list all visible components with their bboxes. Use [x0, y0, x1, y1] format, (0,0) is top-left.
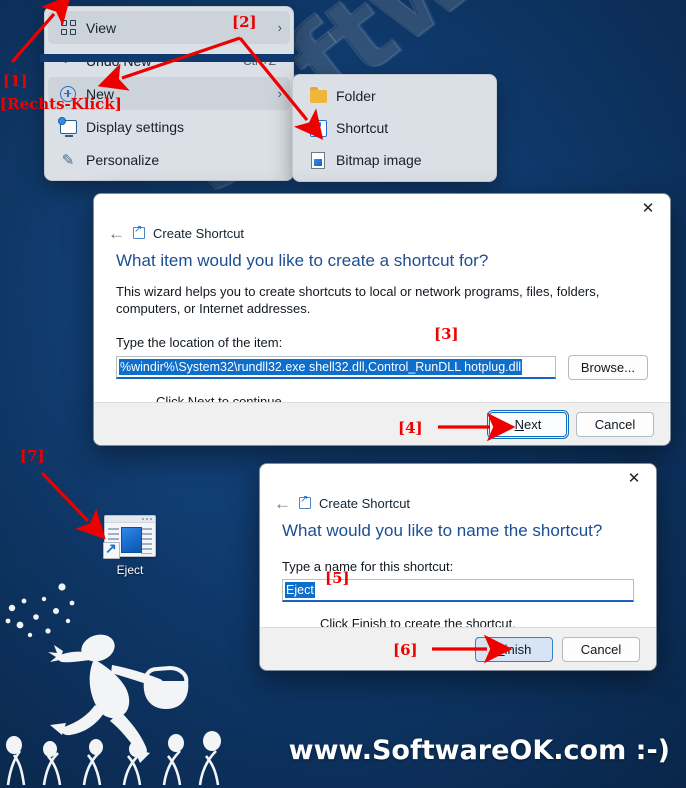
shortcut-mini-icon: [133, 224, 145, 239]
desktop-icon-label: Eject: [116, 563, 144, 577]
context-menu-item-display-settings[interactable]: Display settings: [48, 110, 290, 143]
back-arrow-icon[interactable]: ←: [274, 495, 291, 512]
context-menu-item-personalize-label: Personalize: [86, 151, 160, 168]
finish-button-accel: F: [496, 641, 505, 657]
page-title: What item would you like to create a sho…: [116, 251, 489, 270]
next-button[interactable]: Next: [487, 409, 569, 439]
bitmap-image-icon: [304, 151, 332, 169]
desktop-icon-glyph: [103, 515, 156, 559]
annotation-5: [5]: [325, 569, 350, 587]
context-menu-item-personalize[interactable]: ✎ Personalize: [48, 143, 290, 176]
submenu-item-bitmap-image[interactable]: Bitmap image: [296, 144, 493, 176]
submenu-item-folder-label: Folder: [336, 88, 376, 104]
finish-button-label: inish: [504, 641, 532, 657]
annotation-1-rechtsklick: [Rechts-Klick]: [0, 95, 122, 113]
finish-button[interactable]: Finish: [475, 636, 553, 662]
brush-icon: ✎: [61, 151, 75, 169]
browse-button[interactable]: Browse...: [567, 355, 648, 380]
annotation-3: [3]: [434, 325, 459, 343]
location-input-row: %windir%\System32\rundll32.exe shell32.d…: [116, 350, 648, 380]
page-title: What would you like to name the shortcut…: [282, 521, 603, 540]
folder-icon: [304, 86, 332, 103]
submenu-item-bitmap-image-label: Bitmap image: [336, 152, 422, 168]
shortcut-mini-icon: [299, 494, 311, 509]
annotation-6: [6]: [393, 641, 418, 659]
name-input-value: Eject: [285, 582, 315, 598]
dialog-footer: Finish Cancel: [260, 627, 656, 670]
grid-icon: [54, 20, 82, 35]
dialog-titlebar: ✕: [260, 464, 656, 491]
next-button-label: ext: [524, 416, 542, 432]
shortcut-icon: [304, 117, 332, 137]
dialog-breadcrumb-row: ← Create Shortcut: [260, 491, 656, 515]
submenu-item-folder[interactable]: Folder: [296, 80, 493, 112]
create-shortcut-dialog: ✕ ← Create Shortcut What item would you …: [93, 193, 671, 446]
name-shortcut-dialog: ✕ ← Create Shortcut What would you like …: [259, 463, 657, 671]
submenu-item-shortcut-label: Shortcut: [336, 120, 389, 136]
desktop-icon-eject[interactable]: Eject: [90, 515, 170, 577]
location-input[interactable]: %windir%\System32\rundll32.exe shell32.d…: [116, 356, 556, 379]
location-field-label: Type the location of the item:: [116, 335, 283, 350]
dialog-footer: Next Cancel: [94, 402, 670, 445]
annotation-1: [1]: [3, 72, 28, 90]
annotation-7: [7]: [20, 447, 45, 465]
close-icon[interactable]: ✕: [612, 464, 656, 491]
site-credit: www.SoftwareOK.com :-): [288, 735, 670, 766]
context-menu-item-display-settings-label: Display settings: [86, 118, 185, 135]
wizard-description: This wizard helps you to create shortcut…: [116, 284, 600, 316]
display-icon: [54, 116, 82, 137]
desktop-context-menu[interactable]: View › ↷ Undo New Ctrl+Z New › Display s…: [44, 6, 294, 181]
chevron-right-icon: ›: [277, 20, 282, 35]
dialog-body: This wizard helps you to create shortcut…: [94, 271, 670, 409]
location-input-value: %windir%\System32\rundll32.exe shell32.d…: [119, 359, 523, 375]
dialog-breadcrumb-row: ← Create Shortcut: [94, 221, 670, 245]
breadcrumb: Create Shortcut: [319, 495, 411, 511]
menu-clip-band: [40, 54, 294, 62]
next-button-accel: N: [514, 416, 525, 432]
shortcut-overlay-arrow-icon: [103, 540, 120, 559]
breadcrumb: Create Shortcut: [153, 225, 245, 241]
new-submenu[interactable]: Folder Shortcut Bitmap image: [292, 74, 497, 182]
cancel-button[interactable]: Cancel: [562, 636, 640, 662]
back-arrow-icon[interactable]: ←: [108, 225, 125, 242]
submenu-item-shortcut[interactable]: Shortcut: [296, 112, 493, 144]
chevron-right-icon: ›: [277, 86, 282, 101]
annotation-2: [2]: [232, 13, 257, 31]
dialog-body: Type a name for this shortcut: Eject Cli…: [260, 541, 656, 631]
screenshot-root: SoftwareOK.com: [0, 0, 686, 788]
cancel-button[interactable]: Cancel: [576, 411, 654, 437]
dialog-titlebar: ✕: [94, 194, 670, 221]
close-icon[interactable]: ✕: [626, 194, 670, 221]
annotation-4: [4]: [398, 419, 423, 437]
